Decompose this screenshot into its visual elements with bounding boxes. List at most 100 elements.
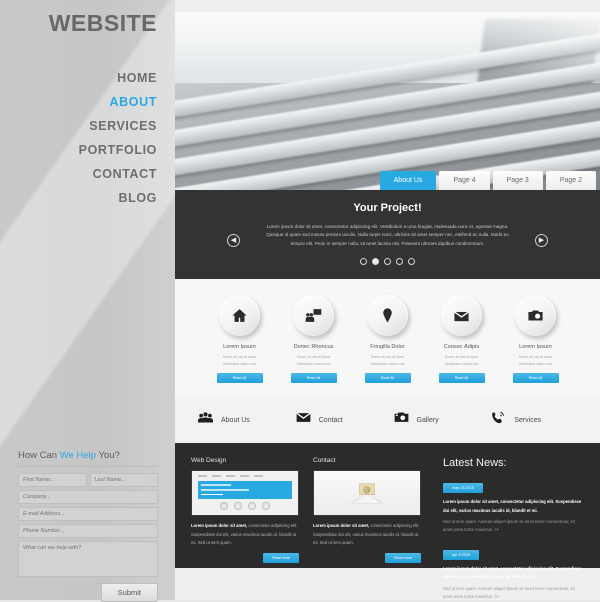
footer-column-title: Contact <box>313 457 336 465</box>
card-read-button[interactable]: Read All <box>438 373 485 384</box>
company-row <box>18 490 158 504</box>
slider-dot-2[interactable] <box>372 258 379 266</box>
submit-button[interactable]: Submit <box>100 583 158 602</box>
feature-card: Donec Rhoncus Donec sit nec at lacus Ves… <box>286 295 341 384</box>
card-read-button[interactable]: Read All <box>364 373 411 384</box>
feature-card: Fringilla Dolor Donec sit nec at lacus V… <box>360 295 415 384</box>
news-item: may 23 2015 Lorem ipsum dolor sit amet, … <box>443 476 584 534</box>
slider-dot-1[interactable] <box>360 258 367 266</box>
card-title: Lorem Ipsum <box>519 344 552 351</box>
icon-strip: About Us Contact Gallery Services <box>175 397 600 444</box>
svg-text:@: @ <box>363 486 371 495</box>
feature-card: Consec Adipis Donec sit nec at lacus Ves… <box>434 295 489 384</box>
card-sub-line2: Vestibulum viverra nisi <box>518 361 553 366</box>
sidebar: WEBSITE HOME ABOUT SERVICES PORTFOLIO CO… <box>0 0 175 602</box>
footer-column-contact: Contact @ Lorem ipsum dolor sit amet, co… <box>313 457 421 563</box>
phone-input[interactable] <box>18 524 158 538</box>
footer-text-lead: Lorem ipsum dolor sit amet, <box>191 523 248 529</box>
slider-prev-arrow-icon[interactable]: ◀ <box>227 234 240 247</box>
nav-item-about[interactable]: ABOUT <box>7 90 157 114</box>
footer-text-lead: Lorem ipsum dolor sit amet, <box>313 523 370 529</box>
card-read-button[interactable]: Read All <box>216 373 263 384</box>
slider-dot-5[interactable] <box>408 258 415 266</box>
camera-icon[interactable] <box>515 295 556 337</box>
news-body: Sed ut sem quam. Aenean aliquet ipsum si… <box>443 585 575 599</box>
strip-item-about-us[interactable]: About Us <box>197 410 285 430</box>
help-form-title: How Can We Help You? <box>18 450 158 467</box>
email-input[interactable] <box>18 507 158 521</box>
strip-item-services[interactable]: Services <box>490 410 578 430</box>
news-date-badge[interactable]: may 23 2015 <box>443 483 483 494</box>
card-subtext: Donec sit nec at lacus Vestibulum viverr… <box>360 354 415 367</box>
card-title: Donec Rhoncus <box>293 344 334 351</box>
envelope-icon <box>295 410 312 430</box>
nav-item-blog[interactable]: BLOG <box>7 186 157 210</box>
first-name-input[interactable] <box>18 473 87 487</box>
last-name-input[interactable] <box>89 473 158 487</box>
tab-page-3[interactable]: Page 3 <box>492 171 543 190</box>
nav-item-home[interactable]: HOME <box>7 66 157 90</box>
footer-column-title: Web Design <box>191 457 227 465</box>
latest-news-title: Latest News: <box>443 457 507 470</box>
laptop-keyboard-photo <box>175 12 600 190</box>
card-read-button[interactable]: Read All <box>290 373 337 384</box>
strip-item-contact[interactable]: Contact <box>295 410 383 430</box>
help-title-pre: How Can <box>18 450 60 461</box>
card-subtext: Donec sit nec at lacus Vestibulum viverr… <box>434 354 489 367</box>
nav-item-contact[interactable]: CONTACT <box>7 162 157 186</box>
tab-page-2[interactable]: Page 2 <box>545 171 596 190</box>
card-title: Fringilla Dolor <box>370 344 405 351</box>
strip-label: Contact <box>318 416 343 424</box>
email-row <box>18 507 158 521</box>
strip-label: About Us <box>221 416 250 424</box>
tab-about-us[interactable]: About Us <box>379 171 437 190</box>
nav-item-portfolio[interactable]: PORTFOLIO <box>7 138 157 162</box>
phone-icon <box>490 410 507 430</box>
card-read-button[interactable]: Read All <box>512 373 559 384</box>
home-icon[interactable] <box>219 295 260 337</box>
website-mockup-thumb[interactable] <box>191 470 299 517</box>
footer-column-web-design: Web Design Lorem ipsum dolor sit amet, c… <box>191 457 299 563</box>
hero-section: About Us Page 4 Page 3 Page 2 <box>175 12 600 190</box>
site-title: WEBSITE <box>48 10 157 36</box>
message-row <box>18 541 158 577</box>
presentation-icon[interactable] <box>293 295 334 337</box>
envelope-icon[interactable] <box>441 295 482 337</box>
feature-card: Lorem Ipsum Donec sit nec at lacus Vesti… <box>508 295 563 384</box>
pin-icon[interactable] <box>367 295 408 337</box>
card-title: Lorem Ipsum <box>223 344 256 351</box>
feature-card: Lorem Ipsum Donec sit nec at lacus Vesti… <box>212 295 267 384</box>
camera-icon <box>393 410 410 430</box>
news-date-badge[interactable]: apr 9 2015 <box>443 550 480 561</box>
slider-title: Your Project! <box>353 202 422 214</box>
slider-next-arrow-icon[interactable]: ▶ <box>535 234 548 247</box>
footer-column-text: Lorem ipsum dolor sit amet, consectetur … <box>191 522 299 547</box>
news-lead: Lorem ipsum dolor sit amet, consectetur … <box>443 566 582 580</box>
help-title-post: You? <box>95 450 120 461</box>
card-subtext: Donec sit nec at lacus Vestibulum viverr… <box>286 354 341 367</box>
card-title: Consec Adipis <box>443 344 480 351</box>
slider-text: Lorem ipsum dolor sit amet, consectetur … <box>266 224 509 246</box>
help-form: How Can We Help You? Submit <box>18 450 158 602</box>
tab-page-4[interactable]: Page 4 <box>439 171 490 190</box>
read-more-button[interactable]: Read more <box>263 552 299 563</box>
news-body: Sed ut sem quam. Aenean aliquet ipsum si… <box>443 518 575 532</box>
slider-dot-4[interactable] <box>396 258 403 266</box>
name-row <box>18 473 158 487</box>
message-textarea[interactable] <box>18 541 158 577</box>
strip-item-gallery[interactable]: Gallery <box>393 410 481 430</box>
nav-item-services[interactable]: SERVICES <box>7 114 157 138</box>
envelope-illustration-thumb[interactable]: @ <box>313 470 421 517</box>
page-canvas: About Us Page 4 Page 3 Page 2 Your Proje… <box>175 0 600 600</box>
slider-dots <box>175 258 600 266</box>
company-input[interactable] <box>18 490 158 504</box>
people-icon <box>197 410 214 430</box>
news-item: apr 9 2015 Lorem ipsum dolor sit amet, c… <box>443 543 584 601</box>
latest-news: Latest News: may 23 2015 Lorem ipsum dol… <box>435 457 584 599</box>
news-lead: Lorem ipsum dolor sit amet, consectetur … <box>443 499 582 513</box>
slider-dot-3[interactable] <box>384 258 391 266</box>
card-sub-line2: Vestibulum viverra nisi <box>222 361 257 366</box>
card-sub-line2: Vestibulum viverra nisi <box>370 361 405 366</box>
slider-band: Your Project! Lorem ipsum dolor sit amet… <box>175 190 600 280</box>
read-more-button[interactable]: Read more <box>385 552 421 563</box>
